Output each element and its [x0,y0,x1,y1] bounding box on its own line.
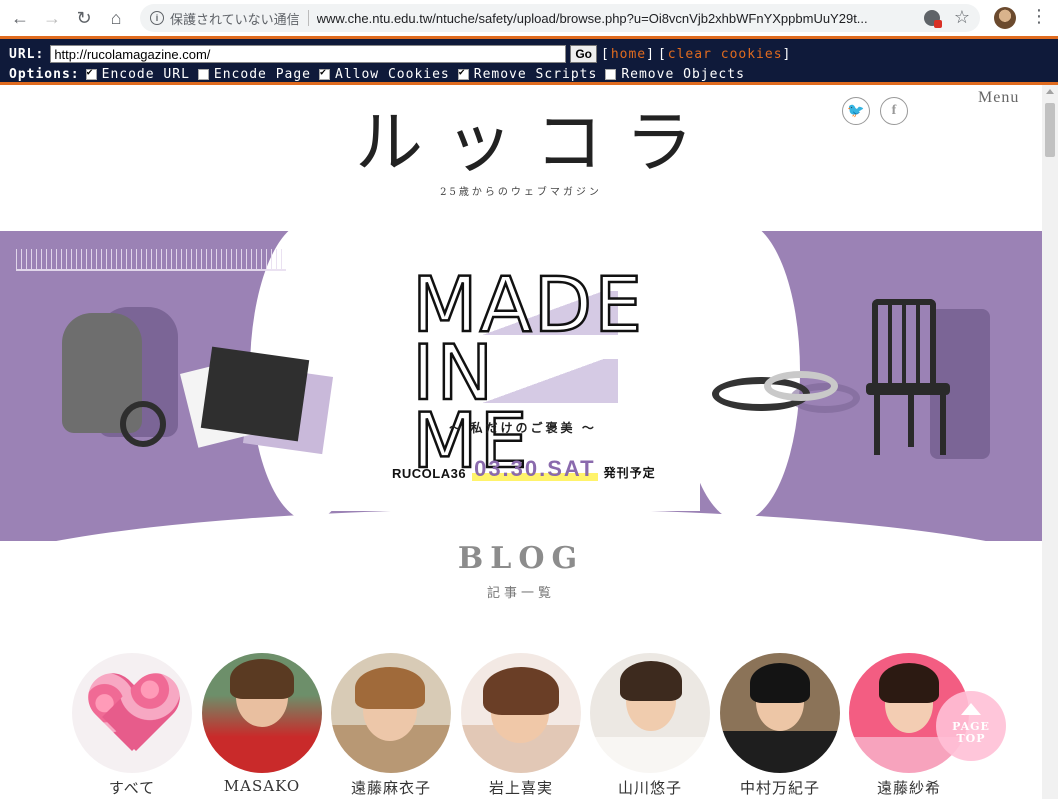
cloth-black [200,346,310,442]
omnibox-divider [307,10,309,26]
home-link[interactable]: home [611,47,646,62]
back-icon[interactable]: ← [8,6,32,30]
page-top-line2: TOP [956,732,986,745]
hair [620,661,682,701]
chair-leg [908,393,914,447]
writer-name[interactable]: 遠藤麻衣子 [331,777,451,798]
writer-photo[interactable] [461,653,581,773]
site-tagline: 25歳からのウェブマガジン [440,187,602,198]
bracket-close: ] [646,46,654,62]
facebook-icon[interactable]: f [880,97,908,125]
writer-photo[interactable] [720,653,840,773]
option-label: Remove Scripts [473,67,598,82]
bracket-open: [ [600,46,609,62]
writer-photo[interactable] [202,653,322,773]
checkbox-encode-url[interactable] [85,67,97,80]
writer-item-iwagami-kimi[interactable]: 岩上喜実 [461,653,581,799]
chair-leg [940,393,946,455]
checkbox-encode-page[interactable] [197,69,209,80]
scroll-thumb[interactable] [1045,103,1055,157]
writer-item-all[interactable]: すべて [72,653,192,799]
reload-icon[interactable]: ↻ [72,6,96,30]
issue-info: RUCOLA36 03.30.SAT 発刊予定 [392,457,656,481]
heart-icon [88,675,176,755]
address-bar[interactable]: i 保護されていない通信 www.che.ntu.edu.tw/ntuche/s… [140,4,980,32]
hair [750,663,810,703]
writer-name[interactable]: すべて [72,777,192,798]
issue-name: RUCOLA36 [392,466,467,481]
option-label: Encode URL [101,67,190,82]
blocked-extension-icon[interactable] [924,10,942,28]
forward-icon[interactable]: → [40,6,64,30]
hero-subtitle: ～ 私だけのご褒美 ～ [449,421,597,435]
hero-title: MADE IN ME [411,265,644,485]
writer-photo[interactable] [331,653,451,773]
bracket-open: [ [657,46,666,62]
writer-item-yamakawa-yuko[interactable]: 山川悠子 [590,653,710,799]
writer-item-nakamura-makiko[interactable]: 中村万紀子 [720,653,840,799]
vertical-scrollbar[interactable] [1042,85,1058,799]
bracket-close: ] [782,46,791,62]
option-label: Remove Objects [621,67,745,82]
option-encode-url[interactable]: Encode URL [85,67,190,82]
browser-menu-icon[interactable]: ⋮ [1030,6,1048,27]
option-label: Allow Cookies [335,67,450,82]
hair [355,667,425,709]
bookmark-star-icon[interactable]: ☆ [954,7,970,28]
writer-list: すべて MASAKO 遠藤麻衣子 岩上喜実 山川悠子 中村万紀子 遠藤紗希 [72,653,972,799]
writer-name[interactable]: 遠藤紗希 [849,777,969,798]
page-top-button[interactable]: PAGE TOP [936,691,1006,761]
menu-button[interactable]: Menu [978,89,1019,107]
writer-item-masako[interactable]: MASAKO [202,653,322,799]
page-content: ルッコラ 25歳からのウェブマガジン 🐦 f Menu MADE IN ME ～… [0,85,1042,799]
browser-toolbar: ← → ↻ ⌂ i 保護されていない通信 www.che.ntu.edu.tw/… [0,0,1058,36]
hair [483,667,559,715]
proxy-bar: URL: Go [home] [clear cookies] Options: … [0,36,1058,85]
chair-leg [874,393,880,455]
option-label: Encode Page [213,67,311,82]
scroll-up-icon[interactable] [1046,89,1054,94]
writer-item-endo-maiko[interactable]: 遠藤麻衣子 [331,653,451,799]
hero-title-line2: IN ME [411,328,530,485]
options-label: Options: [9,67,80,82]
site-logo[interactable]: ルッコラ [355,87,715,186]
option-allow-cookies[interactable]: Allow Cookies [319,67,450,82]
blog-subtitle: 記事一覧 [486,586,555,601]
issue-date: 03.30.SAT [472,456,598,481]
option-remove-objects[interactable]: Remove Objects [605,67,745,82]
go-button[interactable]: Go [570,45,597,63]
twitter-icon[interactable]: 🐦 [842,97,870,125]
hair [879,663,939,703]
checkbox-allow-cookies[interactable] [319,67,330,80]
bangle-silver [764,371,838,401]
clear-cookies-link[interactable]: clear cookies [668,47,783,62]
ruler-illustration [16,249,286,271]
issue-note: 発刊予定 [603,466,656,480]
writer-name[interactable]: 中村万紀子 [720,777,840,798]
insecure-label: 保護されていない通信 [170,11,300,27]
writer-name[interactable]: 岩上喜実 [461,777,581,798]
info-icon[interactable]: i [150,11,164,25]
option-encode-page[interactable]: Encode Page [197,67,311,82]
bag-strap [120,401,166,447]
writer-photo[interactable] [590,653,710,773]
address-url[interactable]: www.che.ntu.edu.tw/ntuche/safety/upload/… [317,11,917,26]
hero-banner[interactable]: MADE IN ME ～ 私だけのご褒美 ～ RUCOLA36 03.30.SA… [0,221,1042,589]
checkbox-remove-objects[interactable] [605,69,617,80]
hair [230,659,294,699]
blog-title: BLOG [457,541,585,576]
option-remove-scripts[interactable]: Remove Scripts [457,67,598,82]
profile-avatar[interactable] [994,7,1016,29]
chair-illustration [872,299,936,387]
writer-name[interactable]: 山川悠子 [590,777,710,798]
writer-photo[interactable] [72,653,192,773]
checkbox-remove-scripts[interactable] [457,67,469,80]
home-icon[interactable]: ⌂ [104,6,128,30]
proxy-url-label: URL: [9,46,45,62]
writer-name[interactable]: MASAKO [202,777,322,795]
proxy-url-input[interactable] [50,45,567,63]
